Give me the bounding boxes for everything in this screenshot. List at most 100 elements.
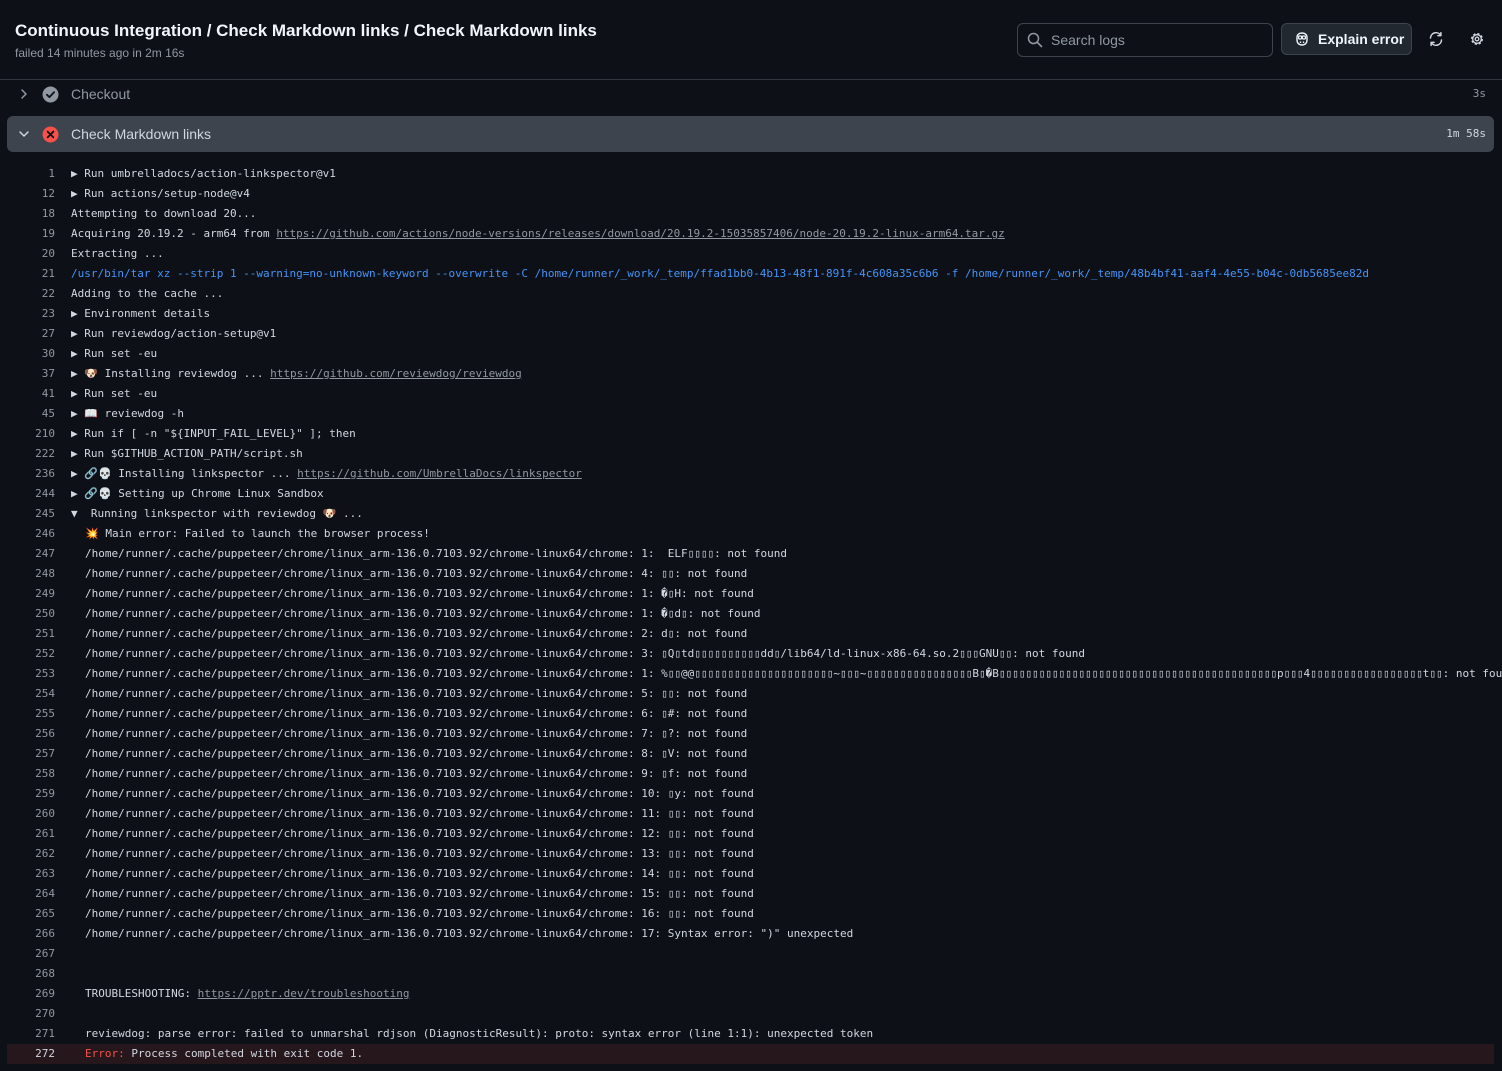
log-line[interactable]: 30 ▶ Run set -eu [7, 344, 1494, 364]
line-number[interactable]: 27 [7, 324, 55, 344]
line-number[interactable]: 250 [7, 604, 55, 624]
line-number[interactable]: 18 [7, 204, 55, 224]
line-number[interactable]: 271 [7, 1024, 55, 1044]
expand-triangle-icon[interactable]: ▶ [71, 167, 84, 180]
explain-error-button[interactable]: Explain error [1281, 23, 1412, 55]
step-check-markdown-links[interactable]: Check Markdown links 1m 58s [7, 116, 1494, 152]
log-text: ▶ Run actions/setup-node@v4 [71, 184, 250, 204]
line-number[interactable]: 21 [7, 264, 55, 284]
log-line[interactable]: 244 ▶ 🔗💀 Setting up Chrome Linux Sandbox [7, 484, 1494, 504]
log-line[interactable]: 245 ▼ Running linkspector with reviewdog … [7, 504, 1494, 524]
log-text: Error: Process completed with exit code … [85, 1044, 363, 1064]
line-number[interactable]: 247 [7, 544, 55, 564]
line-number[interactable]: 1 [7, 164, 55, 184]
log-link[interactable]: https://pptr.dev/troubleshooting [198, 987, 410, 1000]
log-line[interactable]: 1 ▶ Run umbrelladocs/action-linkspector@v… [7, 164, 1494, 184]
expand-triangle-icon[interactable]: ▶ [71, 407, 84, 420]
log-text: /home/runner/.cache/puppeteer/chrome/lin… [85, 664, 1502, 684]
step-checkout[interactable]: Checkout 3s [7, 76, 1494, 112]
expand-triangle-icon[interactable]: ▶ [71, 187, 84, 200]
log-line[interactable]: 236 ▶ 🔗💀 Installing linkspector ... https… [7, 464, 1494, 484]
line-number[interactable]: 263 [7, 864, 55, 884]
line-number[interactable]: 255 [7, 704, 55, 724]
line-number[interactable]: 30 [7, 344, 55, 364]
expand-triangle-icon[interactable]: ▶ [71, 327, 84, 340]
line-number[interactable]: 269 [7, 984, 55, 1004]
expand-triangle-icon[interactable]: ▶ [71, 307, 84, 320]
line-number[interactable]: 258 [7, 764, 55, 784]
line-number[interactable]: 266 [7, 924, 55, 944]
line-number[interactable]: 210 [7, 424, 55, 444]
line-number[interactable]: 256 [7, 724, 55, 744]
expand-triangle-icon[interactable]: ▶ [71, 387, 84, 400]
settings-button[interactable] [1465, 27, 1489, 51]
log-line: 21/usr/bin/tar xz --strip 1 --warning=no… [7, 264, 1494, 284]
line-number[interactable]: 270 [7, 1004, 55, 1024]
line-number[interactable]: 23 [7, 304, 55, 324]
line-number[interactable]: 22 [7, 284, 55, 304]
line-number[interactable]: 257 [7, 744, 55, 764]
line-number[interactable]: 264 [7, 884, 55, 904]
line-number[interactable]: 236 [7, 464, 55, 484]
search-logs-input[interactable] [1051, 32, 1261, 48]
line-number[interactable]: 272 [7, 1044, 55, 1064]
log-line[interactable]: 210 ▶ Run if [ -n "${INPUT_FAIL_LEVEL}" ]… [7, 424, 1494, 444]
line-number[interactable]: 12 [7, 184, 55, 204]
log-link[interactable]: https://github.com/reviewdog/reviewdog [270, 367, 522, 380]
log-line[interactable]: 45 ▶ 📖 reviewdog -h [7, 404, 1494, 424]
log-line[interactable]: 12 ▶ Run actions/setup-node@v4 [7, 184, 1494, 204]
log-segment: Acquiring 20.19.2 - arm64 from [71, 227, 277, 240]
line-number[interactable]: 45 [7, 404, 55, 424]
expand-triangle-icon[interactable]: ▶ [71, 467, 84, 480]
log-text: ▶ 🔗💀 Installing linkspector ... https://… [71, 464, 582, 484]
search-logs-box[interactable] [1017, 23, 1273, 57]
line-number[interactable]: 261 [7, 824, 55, 844]
log-segment: /home/runner/.cache/puppeteer/chrome/lin… [85, 547, 787, 560]
line-number[interactable]: 259 [7, 784, 55, 804]
log-line: 256/home/runner/.cache/puppeteer/chrome/… [7, 724, 1494, 744]
line-number[interactable]: 248 [7, 564, 55, 584]
log-line[interactable]: 41 ▶ Run set -eu [7, 384, 1494, 404]
log-line: 246 💥 Main error: Failed to launch the br… [7, 524, 1494, 544]
line-number[interactable]: 268 [7, 964, 55, 984]
log-link[interactable]: https://github.com/UmbrellaDocs/linkspec… [297, 467, 582, 480]
line-number[interactable]: 254 [7, 684, 55, 704]
log-text: ▶ Run $GITHUB_ACTION_PATH/script.sh [71, 444, 303, 464]
expand-triangle-icon[interactable]: ▶ [71, 367, 84, 380]
refresh-button[interactable] [1424, 27, 1448, 51]
log-link[interactable]: https://github.com/actions/node-versions… [276, 227, 1004, 240]
line-number[interactable]: 20 [7, 244, 55, 264]
log-text: 💥 Main error: Failed to launch the brows… [85, 524, 430, 544]
expand-triangle-icon[interactable]: ▶ [71, 447, 84, 460]
line-number[interactable]: 252 [7, 644, 55, 664]
line-number[interactable]: 262 [7, 844, 55, 864]
log-line[interactable]: 37 ▶ 🐶 Installing reviewdog ... https://g… [7, 364, 1494, 384]
log-line[interactable]: 27 ▶ Run reviewdog/action-setup@v1 [7, 324, 1494, 344]
expand-triangle-icon[interactable]: ▶ [71, 487, 84, 500]
log-segment: /home/runner/.cache/puppeteer/chrome/lin… [85, 707, 748, 720]
line-number[interactable]: 246 [7, 524, 55, 544]
log-text: ▶ 📖 reviewdog -h [71, 404, 184, 424]
line-number[interactable]: 267 [7, 944, 55, 964]
log-segment: /home/runner/.cache/puppeteer/chrome/lin… [85, 787, 754, 800]
line-number[interactable]: 41 [7, 384, 55, 404]
log-text: /home/runner/.cache/puppeteer/chrome/lin… [85, 744, 747, 764]
line-number[interactable]: 245 [7, 504, 55, 524]
log-text: /home/runner/.cache/puppeteer/chrome/lin… [85, 784, 754, 804]
line-number[interactable]: 19 [7, 224, 55, 244]
line-number[interactable]: 244 [7, 484, 55, 504]
log-line[interactable]: 23 ▶ Environment details [7, 304, 1494, 324]
expand-triangle-icon[interactable]: ▶ [71, 347, 84, 360]
line-number[interactable]: 37 [7, 364, 55, 384]
line-number[interactable]: 265 [7, 904, 55, 924]
log-line: 247/home/runner/.cache/puppeteer/chrome/… [7, 544, 1494, 564]
line-number[interactable]: 260 [7, 804, 55, 824]
line-number[interactable]: 251 [7, 624, 55, 644]
log-segment: /home/runner/.cache/puppeteer/chrome/lin… [85, 647, 1086, 660]
expand-triangle-icon[interactable]: ▶ [71, 427, 84, 440]
line-number[interactable]: 249 [7, 584, 55, 604]
line-number[interactable]: 253 [7, 664, 55, 684]
collapse-triangle-icon[interactable]: ▼ [71, 507, 84, 520]
line-number[interactable]: 222 [7, 444, 55, 464]
log-line[interactable]: 222 ▶ Run $GITHUB_ACTION_PATH/script.sh [7, 444, 1494, 464]
